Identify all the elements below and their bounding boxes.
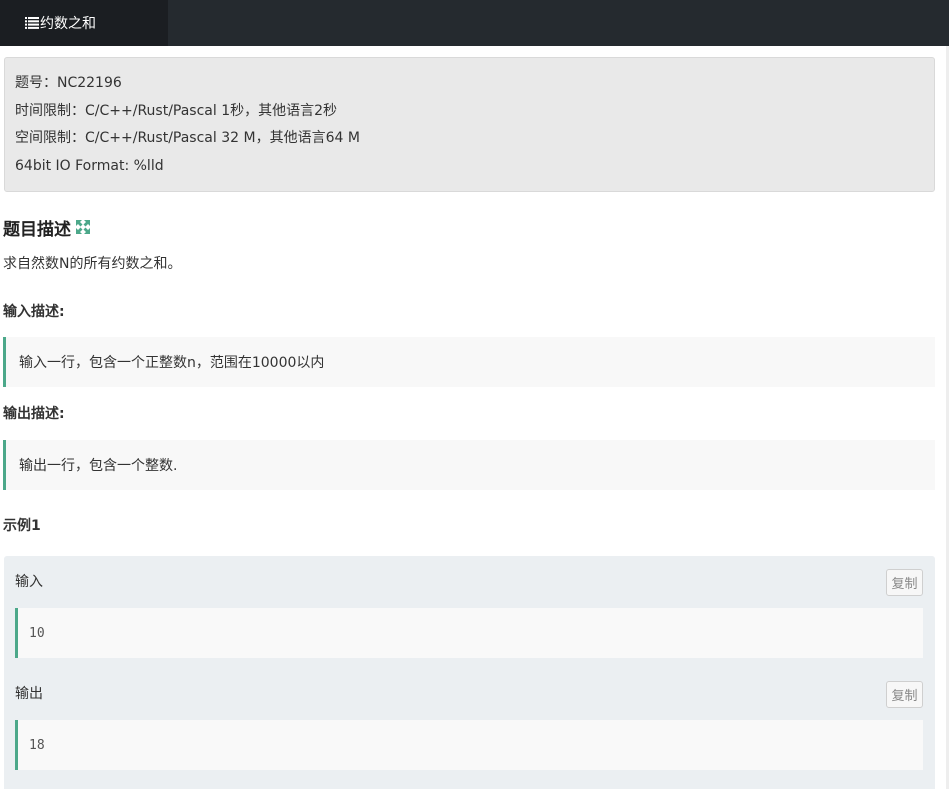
copy-output-button[interactable]: 复制 <box>886 681 923 708</box>
sample-output-value: 18 <box>29 737 45 753</box>
problem-title: 约数之和 <box>40 16 96 32</box>
time-limit: 时间限制：C/C++/Rust/Pascal 1秒，其他语言2秒 <box>15 102 338 119</box>
example-title: 示例1 <box>3 518 41 534</box>
output-description-text: 输出一行，包含一个整数. <box>19 458 178 474</box>
problem-description: 求自然数N的所有约数之和。 <box>3 256 182 272</box>
io-format: 64bit IO Format: %lld <box>15 158 164 175</box>
sample-input-label: 输入 <box>15 574 43 590</box>
example-panel: 输入 复制 10 输出 复制 18 <box>4 556 935 789</box>
sample-output-code: 18 <box>15 720 923 770</box>
expand-icon[interactable] <box>75 219 91 235</box>
input-description-text: 输入一行，包含一个正整数n，范围在10000以内 <box>19 355 325 371</box>
copy-input-button[interactable]: 复制 <box>886 569 923 596</box>
problem-id: 题号：NC22196 <box>15 75 122 91</box>
sample-input-value: 10 <box>29 625 45 641</box>
problem-title-tab[interactable]: 约数之和 <box>0 0 168 46</box>
sample-input-code: 10 <box>15 608 923 658</box>
input-description-title: 输入描述: <box>3 304 65 320</box>
input-description-box: 输入一行，包含一个正整数n，范围在10000以内 <box>3 337 935 387</box>
problem-info-panel: 题号：NC22196 时间限制：C/C++/Rust/Pascal 1秒，其他语… <box>4 57 935 192</box>
memory-limit: 空间限制：C/C++/Rust/Pascal 32 M，其他语言64 M <box>15 130 360 147</box>
heading-text: 题目描述 <box>3 219 71 240</box>
output-description-box: 输出一行，包含一个整数. <box>3 440 935 490</box>
problem-description-heading: 题目描述 <box>3 214 91 240</box>
output-description-title: 输出描述: <box>3 406 65 422</box>
top-navbar: 约数之和 <box>0 0 949 46</box>
sample-output-label: 输出 <box>15 686 43 702</box>
list-icon <box>25 17 39 29</box>
